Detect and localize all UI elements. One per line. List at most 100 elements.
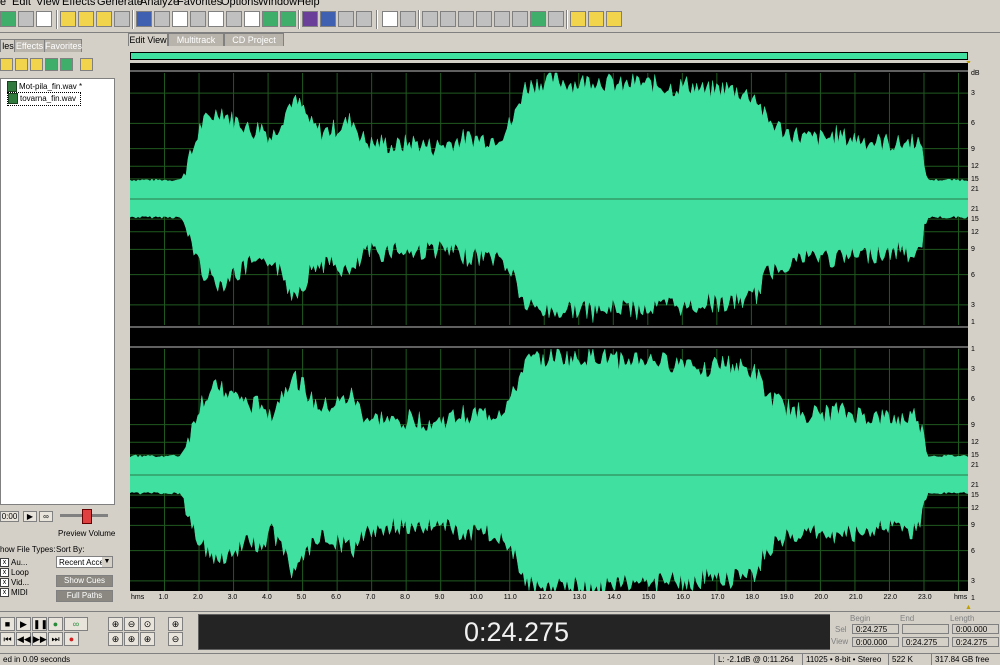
new-file-icon[interactable] [60,11,76,27]
grid-alt-icon[interactable] [356,11,372,27]
autoplay-icon[interactable] [80,58,93,71]
tab-effects[interactable]: Effects [14,39,45,52]
zoom-out-icon[interactable]: ⊖ [124,617,139,631]
db-label: 3 [971,577,975,585]
cue-icon[interactable] [440,11,456,27]
go-to-start-button[interactable]: ⏮ [0,632,15,646]
help-icon[interactable] [606,11,622,27]
open-file-icon[interactable] [0,58,13,71]
menu-effects[interactable]: Effects [62,0,95,8]
bpm-icon[interactable] [494,11,510,27]
loop-play-button[interactable]: ∞ [64,617,88,631]
sel-length-field[interactable]: 0:00.000 [952,624,999,634]
pause-button[interactable]: ❚❚ [32,617,48,631]
properties-icon[interactable] [588,11,604,27]
toggle-view-icon[interactable] [0,11,16,27]
tab-cd-project-view[interactable]: CD Project View [224,33,284,58]
copy-icon[interactable] [190,11,206,27]
undo-icon[interactable] [136,11,152,27]
menu-help[interactable]: Help [297,0,320,8]
menu-edit[interactable]: Edit [12,0,31,8]
file-type-video[interactable]: x Vid... [0,578,29,588]
db-label: 21 [971,185,979,193]
import-icon[interactable] [15,58,28,71]
zoom-selection-icon[interactable]: ⊕ [108,632,123,646]
close-file-icon[interactable] [114,11,130,27]
menu-generate[interactable]: Generate [97,0,143,8]
play-to-end-button[interactable]: ● [48,617,63,631]
menu-view[interactable]: View [36,0,60,8]
open-file-icon[interactable] [18,11,34,27]
zoom-right-icon[interactable]: ⊕ [140,632,155,646]
status-format: 11025 • 8-bit • Stereo [802,654,888,665]
tab-multitrack-view[interactable]: Multitrack View [168,33,224,58]
insert-icon[interactable] [45,58,58,71]
cursor-icon[interactable] [382,11,398,27]
sort-by-select[interactable]: Recent Acce ▼ [56,556,113,568]
go-to-end-button[interactable]: ⏭ [48,632,63,646]
zoom-left-icon[interactable]: ⊕ [124,632,139,646]
sel-end-field[interactable] [902,624,949,634]
waveform-display[interactable] [130,63,968,591]
waveform-view-icon[interactable] [320,11,336,27]
close-file-icon[interactable] [30,58,43,71]
tab-favorites[interactable]: Favorites [44,39,82,52]
metronome-icon[interactable] [400,11,416,27]
meter-icon[interactable] [512,11,528,27]
open-append-icon[interactable] [96,11,112,27]
convert-icon[interactable] [280,11,296,27]
view-begin-field[interactable]: 0:00.000 [852,637,899,647]
overview-bar[interactable] [130,52,968,60]
level-icon[interactable] [530,11,546,27]
menu-window[interactable]: Window [258,0,297,8]
menu-options[interactable]: Options [221,0,259,8]
file-type-audio[interactable]: x Au... [0,558,27,568]
full-paths-button[interactable]: Full Paths [56,590,113,602]
view-end-field[interactable]: 0:24.275 [902,637,949,647]
zoom-vertical-in-icon[interactable]: ⊕ [168,617,183,631]
file-type-loop[interactable]: x Loop [0,568,29,578]
zoom-vertical-out-icon[interactable]: ⊖ [168,632,183,646]
rewind-button[interactable]: ◀◀ [16,632,31,646]
spectral-view-icon[interactable] [302,11,318,27]
repeat-icon[interactable] [172,11,188,27]
open-folder-icon[interactable] [78,11,94,27]
list-item-selected[interactable]: tovarna_fin.wav [7,92,82,106]
show-cues-button[interactable]: Show Cues [56,575,113,587]
menu-analyze[interactable]: Analyze [140,0,179,8]
view-length-field[interactable]: 0:24.275 [952,637,999,647]
record-button[interactable]: ● [64,632,79,646]
menu-favorites[interactable]: Favorites [177,0,222,8]
marker-icon[interactable] [422,11,438,27]
wave-file-icon [8,93,18,105]
time-ruler-label: 1.0 [158,594,169,601]
snap-icon[interactable] [548,11,564,27]
chevron-down-icon[interactable]: ▼ [102,557,112,567]
menu-file[interactable]: e [0,0,6,8]
time-ruler-label: 19.0 [779,594,794,601]
zoom-in-icon[interactable]: ⊕ [108,617,123,631]
paste-icon[interactable] [226,11,242,27]
preview-loop-button[interactable]: ∞ [39,511,53,522]
trim-icon[interactable] [262,11,278,27]
loop-icon[interactable] [458,11,474,27]
stop-button[interactable]: ■ [0,617,15,631]
play-button[interactable]: ▶ [16,617,31,631]
fast-forward-button[interactable]: ▶▶ [32,632,47,646]
preview-play-button[interactable]: ▶ [23,511,37,522]
cut-icon[interactable] [208,11,224,27]
tab-edit-view[interactable]: Edit View [128,33,168,47]
grid-icon[interactable] [338,11,354,27]
redo-icon[interactable] [154,11,170,27]
volume-slider-handle[interactable] [82,509,92,524]
mix-paste-icon[interactable] [244,11,260,27]
sel-begin-field[interactable]: 0:24.275 [852,624,899,634]
settings-icon[interactable] [570,11,586,27]
wave-icon[interactable] [36,11,52,27]
file-type-midi[interactable]: x MIDI [0,588,28,598]
zoom-full-icon[interactable]: ⊙ [140,617,155,631]
edit-file-icon[interactable] [60,58,73,71]
file-list[interactable]: Mot-pila_fin.wav * tovarna_fin.wav [0,78,115,505]
db-label: 6 [971,120,975,128]
play-region-icon[interactable] [476,11,492,27]
